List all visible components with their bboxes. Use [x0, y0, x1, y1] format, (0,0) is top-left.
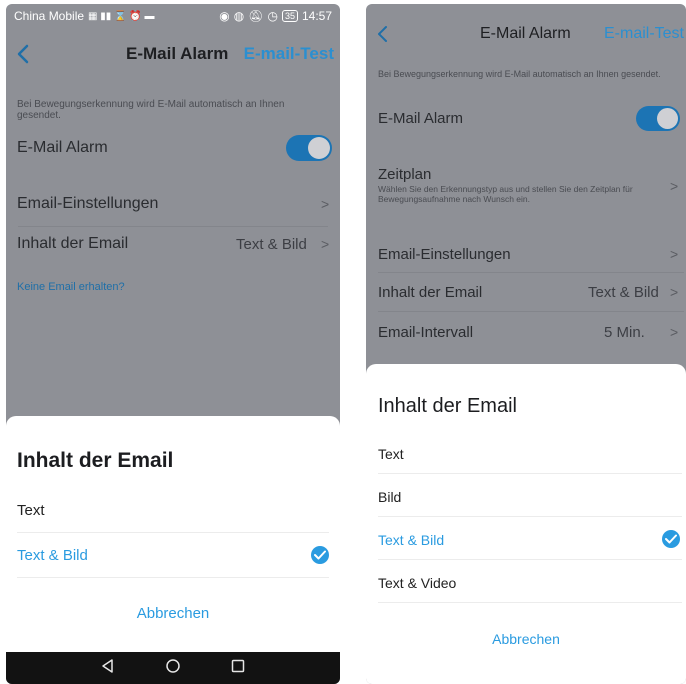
- email-content-row[interactable]: Inhalt der Email Text & Bild >: [6, 222, 340, 266]
- option-image[interactable]: Bild: [366, 475, 686, 518]
- email-content-label: Inhalt der Email: [378, 283, 483, 301]
- option-label: Bild: [378, 488, 402, 505]
- option-text-image[interactable]: Text & Bild: [366, 518, 686, 561]
- option-label: Text & Video: [378, 574, 457, 591]
- option-label: Text & Bild: [17, 547, 88, 564]
- right-phone-screen: E-Mail Alarm E-mail-Test Bei Bewegungser…: [366, 4, 686, 684]
- email-settings-row[interactable]: Email-Einstellungen >: [366, 234, 686, 274]
- back-arrow-icon[interactable]: [372, 20, 394, 48]
- alarm-description: Bei Bewegungserkennung wird E-Mail autom…: [378, 69, 661, 79]
- email-interval-value: 5 Min.: [604, 323, 645, 341]
- email-content-value: Text & Bild: [236, 235, 307, 253]
- email-settings-label: Email-Einstellungen: [378, 245, 511, 263]
- chevron-right-icon: >: [670, 246, 679, 262]
- email-alarm-row: E-Mail Alarm: [366, 98, 686, 138]
- option-text[interactable]: Text: [366, 432, 686, 475]
- divider: [17, 577, 329, 578]
- email-content-label: Inhalt der Email: [17, 235, 129, 252]
- email-interval-label: Email-Intervall: [378, 323, 474, 341]
- alarm-clock-icon: ◷: [267, 9, 278, 23]
- back-icon[interactable]: [100, 658, 116, 679]
- content-picker-sheet: Inhalt der Email Text Bild Text & Bild T…: [366, 364, 686, 684]
- email-interval-row[interactable]: Email-Intervall 5 Min. >: [366, 312, 686, 352]
- option-label: Text: [378, 445, 404, 462]
- page-title: E-Mail Alarm: [126, 44, 229, 63]
- email-alarm-label: E-Mail Alarm: [378, 109, 464, 127]
- option-text-image[interactable]: Text & Bild: [6, 534, 340, 577]
- recents-icon[interactable]: [230, 658, 246, 679]
- chevron-right-icon: >: [670, 324, 679, 340]
- schedule-label: Zeitplan: [378, 166, 432, 183]
- battery-icon: 35: [281, 10, 298, 22]
- left-phone-screen: China Mobile ▦ ▮▮ ⌛ ⏰ ▬ ◉ ◍ 🔕︎ ◷ 35 14:5…: [6, 4, 340, 684]
- email-alarm-toggle[interactable]: [286, 135, 332, 161]
- signal-icon: ▦ ▮▮ ⌛ ⏰ ▬: [88, 10, 155, 22]
- page-title: E-Mail Alarm: [480, 25, 571, 42]
- carrier-label: China Mobile: [14, 9, 85, 23]
- chevron-right-icon: >: [321, 236, 330, 252]
- divider: [378, 516, 682, 517]
- home-icon[interactable]: [165, 658, 181, 679]
- option-label: Text & Bild: [378, 531, 445, 548]
- no-email-link[interactable]: Keine Email erhalten?: [17, 281, 125, 293]
- cancel-button[interactable]: Abbrechen: [366, 631, 686, 647]
- option-text[interactable]: Text: [6, 489, 340, 532]
- nfc-icon: ◍: [233, 9, 245, 23]
- check-icon: [662, 530, 680, 548]
- divider: [378, 559, 682, 560]
- system-nav-bar: [6, 652, 340, 684]
- chevron-right-icon: >: [321, 196, 330, 212]
- schedule-description: Wählen Sie den Erkennungstyp aus und ste…: [378, 184, 633, 204]
- email-settings-row[interactable]: Email-Einstellungen >: [6, 182, 340, 226]
- toggle-knob: [657, 108, 678, 129]
- content-picker-sheet: Inhalt der Email Text Text & Bild Abbrec…: [6, 416, 340, 656]
- email-content-row[interactable]: Inhalt der Email Text & Bild >: [366, 272, 686, 312]
- chevron-right-icon: >: [670, 284, 679, 300]
- sheet-title: Inhalt der Email: [378, 395, 517, 417]
- cancel-button[interactable]: Abbrechen: [6, 605, 340, 622]
- divider: [378, 602, 682, 603]
- alarm-description: Bei Bewegungserkennung wird E-Mail autom…: [17, 99, 285, 121]
- toggle-knob: [308, 137, 330, 159]
- nav-header: E-Mail Alarm E-mail-Test: [6, 34, 340, 74]
- option-label: Text: [17, 502, 45, 519]
- status-bar: China Mobile ▦ ▮▮ ⌛ ⏰ ▬ ◉ ◍ 🔕︎ ◷ 35 14:5…: [6, 4, 340, 28]
- email-alarm-row: E-Mail Alarm: [6, 128, 340, 168]
- email-content-value: Text & Bild: [588, 283, 659, 301]
- mute-icon: 🔕︎: [248, 9, 264, 23]
- sheet-title: Inhalt der Email: [17, 449, 174, 472]
- option-text-video[interactable]: Text & Video: [366, 561, 686, 604]
- nav-header: E-Mail Alarm E-mail-Test: [366, 14, 686, 54]
- email-test-button[interactable]: E-mail-Test: [244, 44, 334, 64]
- email-test-button[interactable]: E-mail-Test: [604, 25, 684, 43]
- back-arrow-icon[interactable]: [12, 40, 34, 68]
- divider: [378, 473, 682, 474]
- email-settings-label: Email-Einstellungen: [17, 195, 159, 212]
- chevron-right-icon: >: [670, 178, 679, 194]
- clock-time: 14:57: [301, 9, 332, 23]
- check-icon: [311, 546, 329, 564]
- divider: [17, 532, 329, 533]
- email-alarm-toggle[interactable]: [636, 106, 680, 131]
- schedule-row[interactable]: Zeitplan Wählen Sie den Erkennungstyp au…: [366, 164, 686, 210]
- email-alarm-label: E-Mail Alarm: [17, 139, 108, 156]
- eye-icon: ◉: [219, 9, 230, 23]
